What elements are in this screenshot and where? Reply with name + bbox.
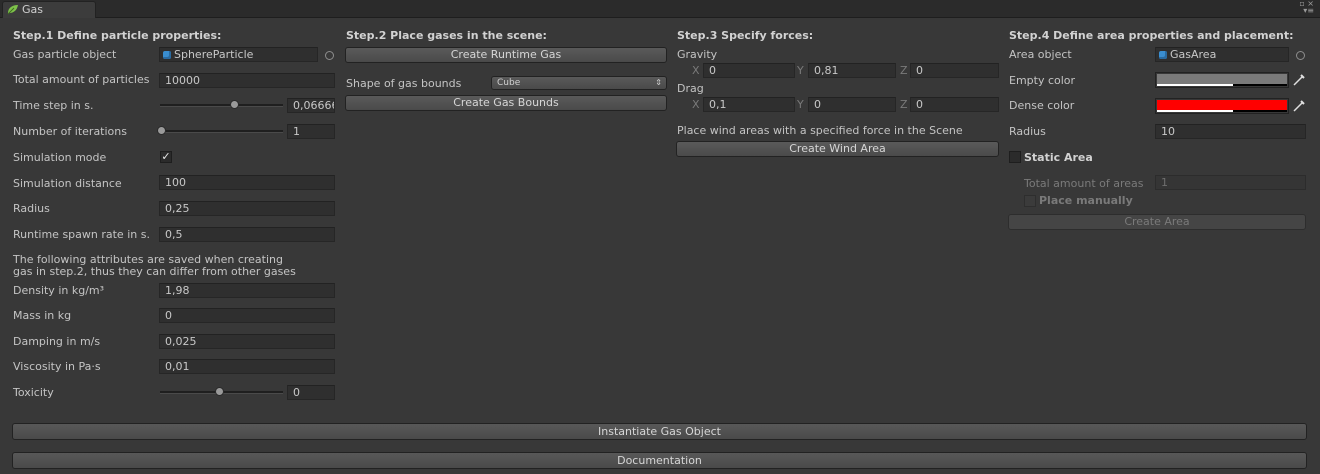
- sim-mode-label: Simulation mode: [13, 151, 107, 164]
- drag-x-input[interactable]: 0,1: [703, 97, 795, 112]
- density-label: Density in kg/m³: [13, 284, 105, 297]
- total-particles-label: Total amount of particles: [13, 73, 150, 86]
- viscosity-label: Viscosity in Pa·s: [13, 360, 101, 373]
- create-runtime-gas-button[interactable]: Create Runtime Gas: [345, 47, 667, 63]
- toxicity-slider-handle[interactable]: [215, 387, 224, 396]
- empty-alpha-bar: [1157, 84, 1235, 86]
- iterations-slider-handle[interactable]: [157, 126, 166, 135]
- iterations-slider[interactable]: [160, 130, 283, 133]
- empty-alpha-rest: [1233, 84, 1287, 86]
- dense-alpha-rest: [1233, 110, 1287, 112]
- damping-input[interactable]: 0,025: [159, 334, 335, 349]
- note-line-2: gas in step.2, thus they can differ from…: [13, 265, 296, 278]
- gravity-label: Gravity: [677, 48, 718, 61]
- particle-object-field[interactable]: SphereParticle: [159, 47, 318, 62]
- step1-header: Step.1 Define particle properties:: [13, 29, 222, 42]
- gas-window-icon: [7, 5, 18, 15]
- create-wind-area-button[interactable]: Create Wind Area: [676, 141, 999, 157]
- place-manually-checkbox[interactable]: [1024, 195, 1036, 207]
- static-area-checkbox[interactable]: [1009, 151, 1021, 163]
- shape-dropdown[interactable]: Cube ⇕: [491, 76, 667, 90]
- step4-header: Step.4 Define area properties and placem…: [1009, 29, 1294, 42]
- spawn-rate-input[interactable]: 0,5: [159, 227, 335, 242]
- damping-label: Damping in m/s: [13, 335, 101, 348]
- density-input[interactable]: 1,98: [159, 283, 335, 298]
- empty-color-swatch: [1157, 74, 1287, 84]
- total-areas-label: Total amount of areas: [1024, 177, 1144, 190]
- drag-z-label: Z: [900, 98, 908, 111]
- toxicity-label: Toxicity: [13, 386, 54, 399]
- area-object-field[interactable]: GasArea: [1155, 47, 1289, 62]
- radius-label: Radius: [13, 202, 50, 215]
- gravity-x-input[interactable]: 0: [703, 63, 795, 78]
- sim-distance-label: Simulation distance: [13, 177, 122, 190]
- create-area-button[interactable]: Create Area: [1008, 214, 1306, 230]
- particle-object-label: Gas particle object: [13, 48, 117, 61]
- object-picker-icon[interactable]: [325, 51, 334, 60]
- drag-y-label: Y: [797, 98, 804, 111]
- radius-input[interactable]: 0,25: [159, 201, 335, 216]
- prefab-cube-icon: [163, 51, 171, 59]
- dropdown-arrows-icon: ⇕: [655, 78, 662, 87]
- empty-color-label: Empty color: [1009, 74, 1076, 87]
- time-step-input[interactable]: 0,06666: [287, 98, 335, 113]
- spawn-rate-label: Runtime spawn rate in s.: [13, 228, 150, 241]
- dense-color-label: Dense color: [1009, 99, 1075, 112]
- place-manually-label: Place manually: [1039, 194, 1133, 207]
- total-particles-input[interactable]: 10000: [159, 73, 335, 88]
- title-bar: Gas ▫ × ▾≡: [0, 0, 1320, 18]
- area-radius-input[interactable]: 10: [1155, 124, 1306, 139]
- gravity-y-input[interactable]: 0,81: [808, 63, 896, 78]
- sim-mode-checkbox[interactable]: ✓: [160, 151, 172, 163]
- area-radius-label: Radius: [1009, 125, 1046, 138]
- iterations-input[interactable]: 1: [287, 124, 335, 139]
- static-area-label: Static Area: [1024, 151, 1093, 164]
- drag-y-input[interactable]: 0: [808, 97, 896, 112]
- viscosity-input[interactable]: 0,01: [159, 359, 335, 374]
- gravity-x-label: X: [692, 64, 700, 77]
- mass-input[interactable]: 0: [159, 308, 335, 323]
- object-picker-icon[interactable]: [1296, 51, 1305, 60]
- shape-label: Shape of gas bounds: [346, 77, 462, 90]
- mass-label: Mass in kg: [13, 309, 72, 322]
- drag-label: Drag: [677, 82, 704, 95]
- dense-alpha-bar: [1157, 110, 1235, 112]
- gravity-z-input[interactable]: 0: [910, 63, 999, 78]
- step3-header: Step.3 Specify forces:: [677, 29, 814, 42]
- documentation-button[interactable]: Documentation: [12, 452, 1307, 469]
- area-object-label: Area object: [1009, 48, 1072, 61]
- total-areas-input[interactable]: 1: [1155, 175, 1306, 190]
- prefab-cube-icon: [1159, 51, 1167, 59]
- empty-color-field[interactable]: [1155, 72, 1289, 88]
- wind-note: Place wind areas with a specified force …: [677, 124, 963, 137]
- iterations-label: Number of iterations: [13, 125, 127, 138]
- tab-title: Gas: [22, 3, 43, 16]
- eyedropper-icon[interactable]: [1292, 99, 1306, 113]
- instantiate-gas-object-button[interactable]: Instantiate Gas Object: [12, 423, 1307, 440]
- dense-color-swatch: [1157, 100, 1287, 110]
- toxicity-input[interactable]: 0: [287, 385, 335, 400]
- gravity-y-label: Y: [797, 64, 804, 77]
- time-step-slider[interactable]: [160, 104, 283, 107]
- time-step-slider-handle[interactable]: [230, 100, 239, 109]
- create-gas-bounds-button[interactable]: Create Gas Bounds: [345, 95, 667, 111]
- gravity-z-label: Z: [900, 64, 908, 77]
- drag-z-input[interactable]: 0: [910, 97, 999, 112]
- step2-header: Step.2 Place gases in the scene:: [346, 29, 547, 42]
- sim-distance-input[interactable]: 100: [159, 175, 335, 190]
- tab-gas[interactable]: Gas: [2, 1, 96, 18]
- time-step-label: Time step in s.: [13, 99, 94, 112]
- drag-x-label: X: [692, 98, 700, 111]
- eyedropper-icon[interactable]: [1292, 73, 1306, 87]
- dense-color-field[interactable]: [1155, 98, 1289, 114]
- window-menu-icon[interactable]: ▫ × ▾≡: [1299, 0, 1314, 15]
